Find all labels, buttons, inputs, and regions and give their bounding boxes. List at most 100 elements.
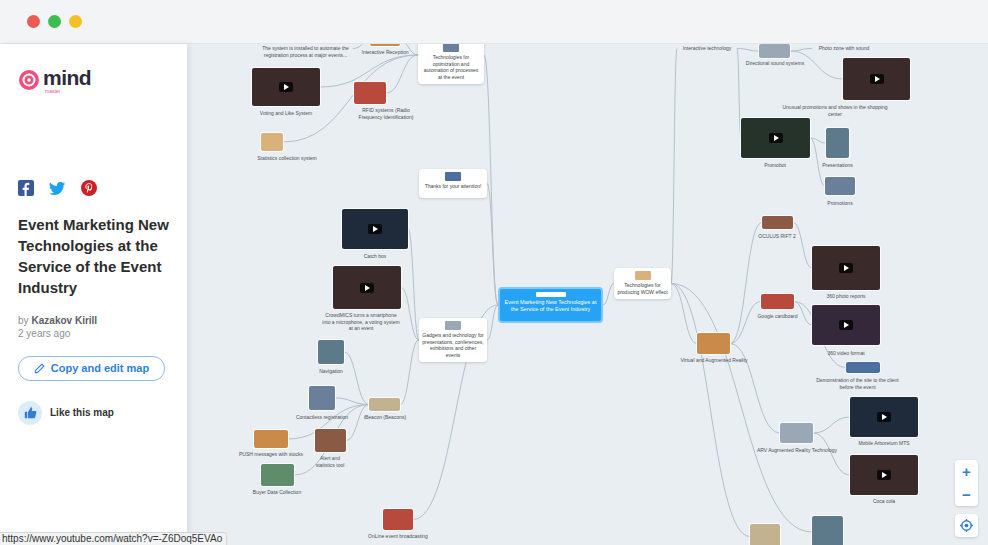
target-icon[interactable] [960, 519, 973, 532]
copy-edit-label[interactable]: Copy and edit map [51, 360, 149, 377]
map-node[interactable]: Coca cola [850, 455, 918, 512]
logo-word[interactable]: mind [43, 67, 91, 88]
copy-edit-button[interactable]: Copy and edit map [18, 356, 165, 381]
map-node[interactable]: Alert and statistics tool [310, 429, 350, 469]
map-node[interactable]: Unusual promotions and shows in the shop… [780, 58, 910, 118]
map-node[interactable]: Directional sound systems [735, 44, 815, 74]
node-label[interactable]: Interactive technology [677, 45, 737, 52]
node-label[interactable]: Catch box [342, 253, 408, 260]
pencil-icon[interactable] [34, 363, 45, 374]
node-label[interactable]: Mobile Arboretum MTS [846, 440, 922, 447]
pinterest-icon-svg[interactable] [81, 180, 97, 196]
thumbs-up-icon-svg[interactable] [24, 406, 37, 419]
pencil-icon-svg[interactable] [34, 363, 45, 374]
map-node[interactable]: Demonstration of the site to the client … [810, 362, 905, 391]
map-node[interactable]: The system is installed to automate the … [258, 45, 353, 59]
video-thumbnail[interactable] [342, 209, 408, 249]
map-node[interactable]: OnLine event broadcasting [363, 509, 433, 545]
map-node[interactable]: Contactless registration [287, 386, 357, 428]
facebook-icon-svg[interactable] [18, 180, 34, 196]
topic-box[interactable]: Technologies for producing WOW effect [614, 268, 671, 299]
map-node[interactable]: 360 video format [812, 305, 880, 364]
node-label[interactable]: Google cardboard [750, 313, 805, 320]
node-label[interactable]: OCULUS RIFT 2 [752, 233, 802, 240]
target-icon-svg[interactable] [960, 519, 973, 532]
zoom-in-button[interactable]: + [955, 460, 978, 483]
topic-box[interactable]: Gadgets and technology for presentations… [419, 318, 487, 362]
play-icon[interactable] [368, 224, 382, 234]
node-label[interactable]: Presentations [815, 162, 860, 169]
node-label[interactable]: Statistics collection system [252, 155, 322, 162]
node-label[interactable]: OnLine event broadcasting [363, 533, 433, 540]
node-label[interactable]: Photo zone with sound [812, 45, 876, 52]
pinterest-icon[interactable] [81, 180, 97, 196]
play-icon[interactable] [279, 82, 293, 92]
node-label[interactable]: Contactless registration [287, 414, 357, 421]
play-icon[interactable] [769, 133, 783, 143]
node-label[interactable]: iBeacon (Beacons) [355, 414, 415, 421]
node-label[interactable]: Promobot [745, 162, 805, 169]
map-node[interactable] [750, 524, 780, 545]
node-label[interactable]: Interactive Reception [355, 49, 415, 56]
play-icon[interactable] [870, 74, 884, 84]
logo[interactable]: mindmaster [18, 66, 175, 94]
video-thumbnail[interactable] [741, 118, 810, 158]
node-label[interactable]: CrowdMICS turns a smartphone into a micr… [322, 312, 400, 332]
map-node[interactable]: Interactive technology [677, 45, 737, 59]
topic-text[interactable]: Gadgets and technology for presentations… [422, 332, 484, 358]
node-label[interactable]: Demonstration of the site to the client … [810, 377, 905, 390]
map-node[interactable]: Buyer Data Collection [244, 464, 310, 503]
map-node[interactable]: Promotions [820, 177, 860, 214]
play-icon[interactable] [877, 412, 891, 422]
center-map-button[interactable] [955, 514, 978, 537]
video-thumbnail[interactable] [333, 266, 401, 309]
node-label[interactable]: PUSH messages with stocks [237, 451, 305, 458]
node-label[interactable]: Coca cola [850, 498, 918, 505]
facebook-icon[interactable] [18, 180, 34, 196]
map-node[interactable]: Interactive Reception [355, 44, 415, 63]
topic-text[interactable]: Technologies for optimization and automa… [421, 54, 481, 80]
logo-text[interactable]: mindmaster [43, 67, 91, 94]
window-control-dot[interactable] [27, 15, 40, 28]
play-icon[interactable] [839, 263, 853, 273]
zoom-out-button[interactable]: − [955, 483, 978, 506]
node-label[interactable]: ARV Augmented Reality Technology [752, 447, 842, 454]
like-circle[interactable] [18, 401, 42, 425]
topic-text[interactable]: Thanks for your attention! [422, 183, 484, 190]
thumbs-up-icon[interactable] [24, 406, 37, 419]
video-thumbnail[interactable] [843, 58, 910, 100]
node-label[interactable]: Navigation [306, 368, 356, 375]
twitter-icon-svg[interactable] [49, 180, 66, 196]
play-icon[interactable] [877, 470, 891, 480]
play-icon[interactable] [839, 320, 853, 330]
mind-map-canvas[interactable]: Event Marketing New Technologies at the … [187, 44, 988, 545]
map-node[interactable]: CrowdMICS turns a smartphone into a micr… [322, 266, 401, 326]
map-node[interactable]: 360 photo reports [812, 246, 880, 307]
node-label[interactable]: Voting and Like System [252, 110, 320, 117]
map-node[interactable]: Statistics collection system [252, 133, 322, 169]
node-label[interactable]: Alert and statistics tool [310, 455, 350, 468]
node-label[interactable]: Unusual promotions and shows in the shop… [780, 104, 890, 117]
map-node[interactable]: Photo zone with sound [812, 45, 876, 59]
node-label[interactable]: Buyer Data Collection [244, 489, 310, 496]
like-label[interactable]: Like this map [50, 405, 114, 420]
logo-icon-svg[interactable] [18, 69, 40, 91]
node-label[interactable]: 360 photo reports [812, 293, 880, 300]
map-node[interactable]: Presentations [815, 128, 860, 176]
map-node[interactable]: iBeacon (Beacons) [355, 398, 415, 428]
map-node[interactable]: Navigation [306, 340, 356, 382]
logo-sub[interactable]: master [45, 89, 91, 94]
video-thumbnail[interactable] [252, 68, 320, 106]
map-node[interactable]: Google cardboard [750, 294, 805, 327]
author-name[interactable]: Kazakov Kirill [32, 314, 98, 327]
video-thumbnail[interactable] [850, 455, 918, 495]
video-thumbnail[interactable] [812, 246, 880, 290]
logo-icon[interactable] [18, 69, 40, 91]
topic-box[interactable]: Thanks for your attention! [419, 169, 487, 198]
window-control-dot[interactable] [69, 15, 82, 28]
map-node[interactable]: OCULUS RIFT 2 [752, 216, 802, 247]
node-label[interactable]: Virtual and Augmented Reality [668, 357, 760, 364]
node-label[interactable]: The system is installed to automate the … [258, 45, 353, 58]
map-node[interactable]: Virtual and Augmented Reality [668, 333, 760, 371]
topic-box[interactable]: Technologies for optimization and automa… [418, 44, 484, 84]
